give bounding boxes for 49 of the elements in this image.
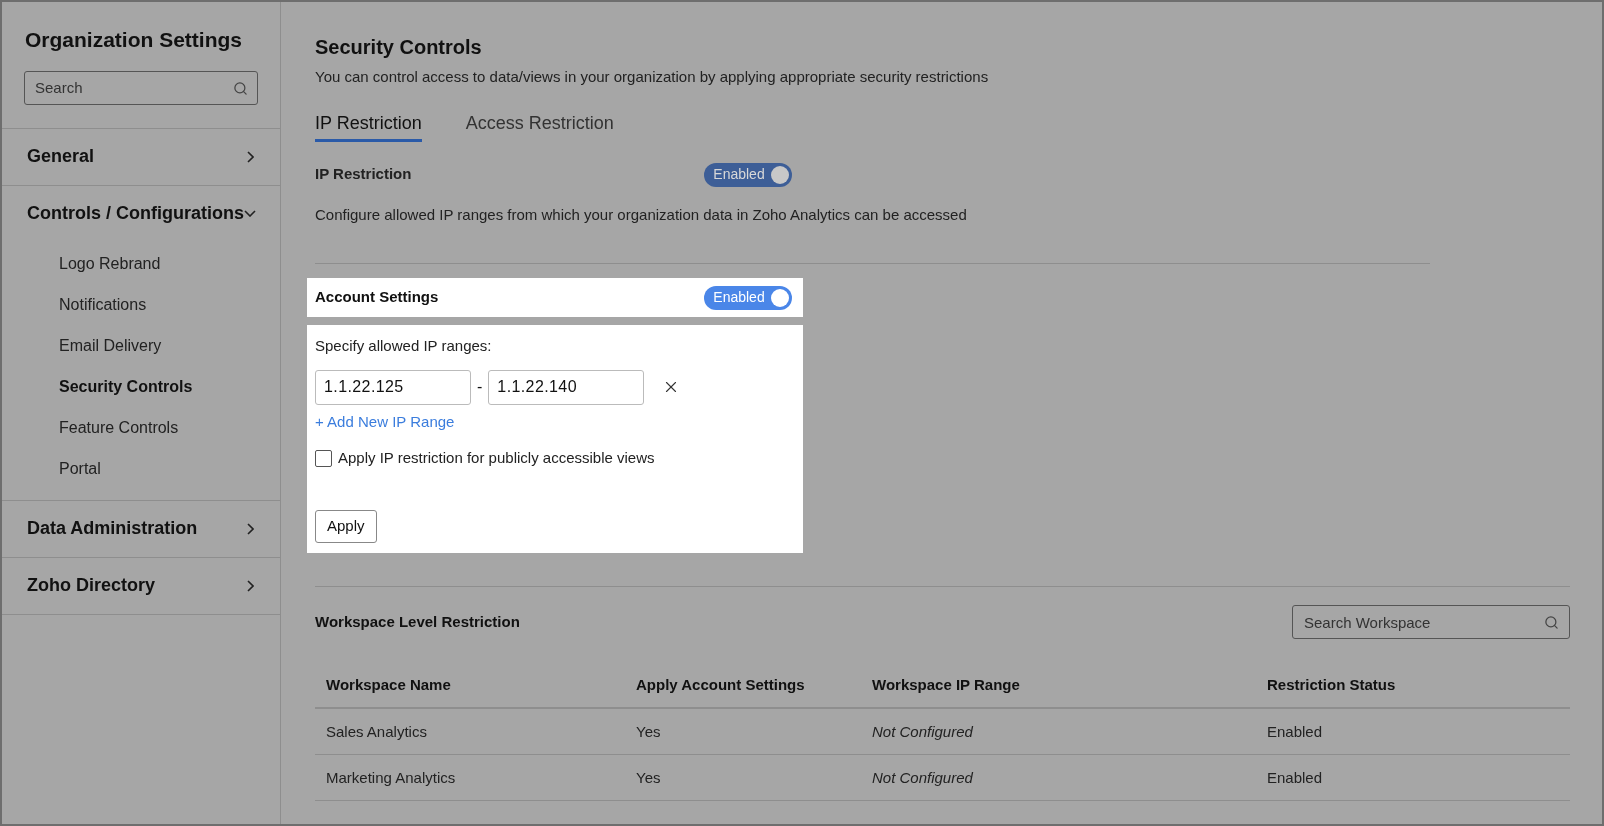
sidebar-section[interactable]: Controls / Configurations [2, 185, 280, 242]
tab[interactable]: Access Restriction [465, 109, 614, 142]
sidebar-item[interactable]: Portal [2, 448, 280, 490]
search-field[interactable]: Search [24, 70, 258, 105]
sidebar-section[interactable]: General [2, 128, 280, 185]
column-header: Restriction Status [1267, 676, 1396, 693]
checkbox[interactable] [315, 449, 332, 467]
page-title: Security Controls [315, 35, 483, 60]
table-cell: Yes [636, 722, 661, 740]
table-cell: Not Configured [872, 768, 973, 786]
page-subtitle: You can control access to data/views in your organization by applying appropriate security restrictions [315, 67, 990, 87]
chevron-right-icon [247, 150, 254, 163]
table-cell: Sales Analytics [326, 722, 427, 740]
table-cell: Marketing Analytics [326, 768, 456, 786]
sidebar-item[interactable]: Feature Controls [2, 407, 280, 449]
tab[interactable]: IP Restriction [315, 109, 422, 142]
sidebar-item[interactable]: Logo Rebrand [2, 243, 280, 285]
range-separator: - [477, 377, 483, 397]
section-title: Workspace Level Restriction [315, 611, 520, 632]
toggle-switch[interactable]: Enabled [704, 285, 792, 310]
chevron-down-icon [244, 210, 256, 217]
sidebar-section[interactable]: Data Administration [2, 500, 280, 557]
table-cell: Yes [636, 768, 661, 786]
sidebar-item[interactable]: Email Delivery [2, 325, 280, 367]
setting-label: Account Settings [315, 287, 440, 308]
field-label: Specify allowed IP ranges: [315, 336, 493, 356]
add-ip-range-link[interactable]: + Add New IP Range [315, 410, 455, 433]
workspace-search-field[interactable]: Search Workspace [1292, 605, 1570, 639]
chevron-right-icon [247, 522, 254, 535]
sidebar-title: Organization Settings [24, 27, 243, 53]
ip-from-field[interactable]: 1.1.22.125 [315, 369, 471, 405]
description-text: Configure allowed IP ranges from which your organization data in Zoho Analytics can be accessed [315, 204, 968, 225]
column-header: Apply Account Settings [636, 676, 805, 693]
search-icon [1544, 615, 1559, 630]
sidebar-section[interactable]: Zoho Directory [2, 557, 280, 614]
toggle-switch[interactable]: Enabled [704, 162, 792, 187]
column-header: Workspace Name [326, 676, 451, 693]
checkbox-label: Apply IP restriction for publicly accessible views [338, 448, 655, 468]
table-cell: Not Configured [872, 722, 973, 740]
chevron-right-icon [247, 579, 254, 592]
sidebar-item[interactable]: Security Controls [2, 366, 280, 408]
table-cell: Enabled [1267, 722, 1323, 740]
ip-to-field[interactable]: 1.1.22.140 [488, 369, 645, 405]
column-header: Workspace IP Range [872, 676, 1020, 693]
apply-button[interactable]: Apply [315, 509, 377, 543]
setting-label: IP Restriction [315, 164, 413, 185]
sidebar-item[interactable]: Notifications [2, 284, 280, 326]
table-cell: Enabled [1267, 768, 1323, 786]
search-icon [233, 80, 248, 96]
